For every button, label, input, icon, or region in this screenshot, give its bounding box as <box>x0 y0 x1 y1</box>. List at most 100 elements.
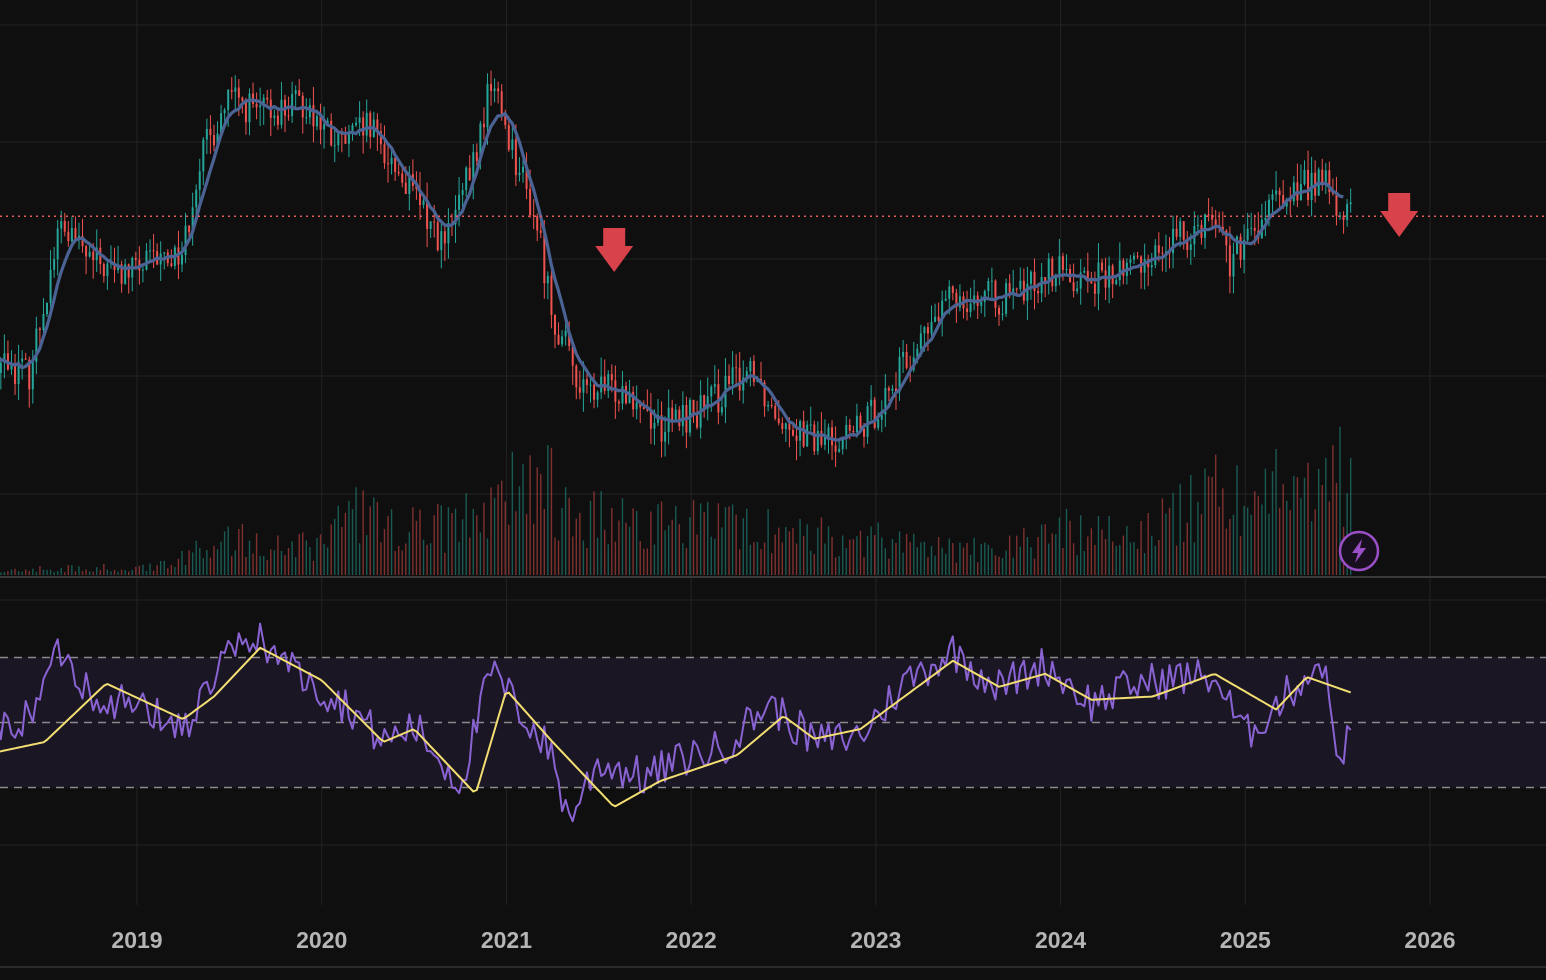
candle-body <box>223 109 226 114</box>
candle-body <box>1029 271 1032 284</box>
candle-body <box>731 367 734 384</box>
candle-body <box>490 83 493 92</box>
candle-body <box>582 379 585 393</box>
candle-body <box>287 115 290 117</box>
candle-body <box>49 269 52 303</box>
candle-body <box>827 427 830 437</box>
x-tick-label-2023: 2023 <box>850 927 901 953</box>
candle-body <box>102 264 105 277</box>
candle-body <box>152 250 155 252</box>
candle-body <box>788 423 791 430</box>
candle-body <box>443 231 446 244</box>
candle-body <box>42 314 45 331</box>
candle-body <box>24 358 27 360</box>
candle-body <box>362 117 365 136</box>
candle-body <box>980 301 983 306</box>
candle-body <box>163 252 166 254</box>
candle-body <box>497 88 500 92</box>
candle-body <box>866 406 869 437</box>
candle-body <box>184 225 187 256</box>
candle-body <box>642 407 645 410</box>
candle-body <box>387 163 390 165</box>
candle-body <box>212 135 215 146</box>
candle-body <box>681 404 684 427</box>
lightning-icon[interactable] <box>1338 530 1380 572</box>
candle-body <box>333 145 336 147</box>
candle-body <box>1189 244 1192 250</box>
candle-body <box>1246 228 1249 241</box>
candle-body <box>518 172 521 176</box>
candle-body <box>713 384 716 387</box>
candle-body <box>259 105 262 108</box>
candle-body <box>170 263 173 266</box>
candle-body <box>990 280 993 282</box>
candle-body <box>70 228 73 242</box>
candle-body <box>92 251 95 261</box>
candle-body <box>1061 256 1064 270</box>
candle-body <box>813 424 816 452</box>
candle-body <box>653 422 656 429</box>
candle-body <box>241 97 244 101</box>
chart-svg: 2019 2020 2021 2022 2023 2024 2025 2026 <box>0 0 1546 980</box>
candle-body <box>255 103 258 108</box>
candle-body <box>1037 290 1040 294</box>
candle-body <box>404 182 407 195</box>
candle-body <box>664 431 667 442</box>
x-tick-label-2024: 2024 <box>1035 927 1086 953</box>
candle-body <box>1093 283 1096 294</box>
candle-body <box>1303 169 1306 185</box>
candle-body <box>1154 245 1157 266</box>
candle-body <box>511 139 514 150</box>
candle-body <box>770 404 773 406</box>
candle-body <box>1005 283 1008 314</box>
candle-body <box>1228 245 1231 277</box>
candle-body <box>298 90 301 96</box>
candle-body <box>461 189 464 195</box>
candle-body <box>1349 202 1352 205</box>
candle-body <box>436 222 439 251</box>
candle-body <box>998 307 1000 315</box>
candle-body <box>46 302 49 315</box>
candle-body <box>795 435 798 441</box>
candle-body <box>774 405 777 419</box>
candle-body <box>1122 260 1125 276</box>
candle-body <box>1292 182 1295 202</box>
candle-body <box>820 430 823 445</box>
candle-body <box>994 280 997 308</box>
candle-body <box>1239 236 1242 260</box>
candle-body <box>209 128 212 136</box>
candle-body <box>902 351 905 357</box>
candle-body <box>948 286 951 299</box>
candle-body <box>529 188 532 216</box>
candle-body <box>365 112 368 136</box>
candle-body <box>1321 169 1324 184</box>
candle-body <box>1132 255 1135 260</box>
candle-body <box>273 115 276 118</box>
candle-body <box>944 298 947 301</box>
candle-body <box>1150 265 1153 268</box>
candle-body <box>834 445 837 452</box>
candle-body <box>625 386 628 404</box>
candle-body <box>369 112 372 137</box>
candle-body <box>1065 269 1068 271</box>
candle-body <box>0 362 2 373</box>
candle-body <box>422 200 425 205</box>
candle-body <box>134 257 137 260</box>
candle-body <box>227 90 230 110</box>
candle-body <box>1278 190 1281 195</box>
candle-body <box>859 415 862 429</box>
candle-body <box>230 90 233 92</box>
candle-body <box>514 139 517 176</box>
candle-body <box>390 157 393 165</box>
candle-body <box>781 423 784 430</box>
candle-body <box>852 430 855 433</box>
x-tick-label-2019: 2019 <box>111 927 162 953</box>
candle-body <box>195 189 198 208</box>
candle-body <box>276 115 279 125</box>
candle-body <box>930 321 933 334</box>
candle-body <box>60 221 63 229</box>
candle-body <box>1175 228 1178 237</box>
candle-body <box>401 173 404 183</box>
candle-body <box>383 144 386 164</box>
candle-body <box>617 401 620 404</box>
